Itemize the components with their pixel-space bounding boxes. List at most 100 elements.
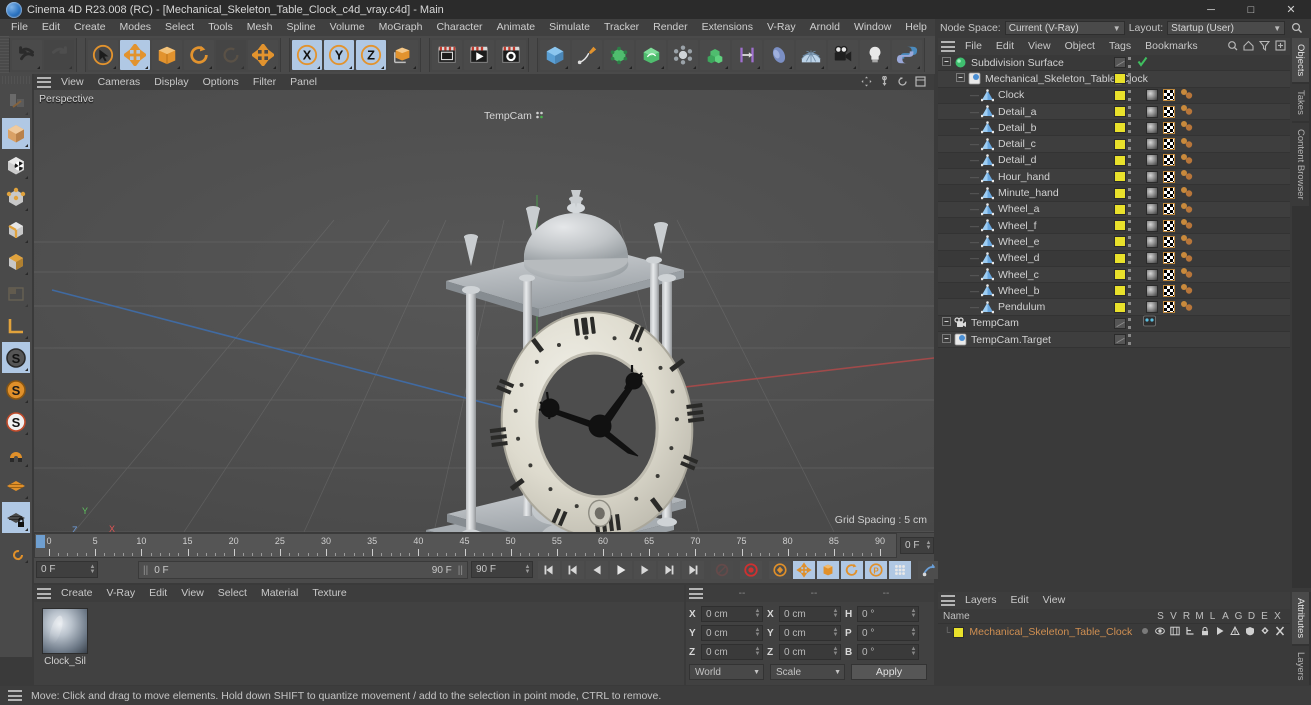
menu-item-v-ray[interactable]: V-Ray	[760, 19, 803, 36]
search-icon[interactable]	[1289, 21, 1304, 36]
object-row[interactable]: — Pendulum	[938, 299, 1290, 316]
layer-color-swatch[interactable]	[1114, 73, 1126, 85]
visibility-dots-icon[interactable]	[1128, 154, 1132, 166]
visibility-dots-icon[interactable]	[1128, 269, 1132, 280]
add-mograph[interactable]	[700, 40, 730, 70]
texture-tag-icon[interactable]	[1163, 105, 1175, 118]
visibility-dots-icon[interactable]	[1128, 203, 1132, 215]
phong-tag-icon[interactable]	[1146, 203, 1158, 216]
texture-tag-icon[interactable]	[1163, 154, 1175, 167]
magnet-tool[interactable]	[2, 438, 30, 469]
layer-color-swatch[interactable]	[1114, 252, 1126, 264]
spinner-icon[interactable]: ▲ ▼	[831, 645, 840, 660]
size-field-Y[interactable]: 0 cm ▲ ▼	[779, 625, 841, 641]
rotation-field-P[interactable]: 0 ° ▲ ▼	[857, 625, 919, 641]
layer-color-swatch[interactable]	[1114, 122, 1126, 134]
enable-quantize[interactable]: S	[2, 406, 30, 437]
texture-tag-icon[interactable]	[1163, 89, 1175, 102]
left-toolbar-grip[interactable]	[2, 76, 30, 84]
visibility-dots-icon[interactable]	[1128, 89, 1132, 101]
material-tag-icon[interactable]	[1180, 283, 1194, 298]
world-coordinate-system[interactable]	[388, 40, 418, 70]
phong-tag-icon[interactable]	[1146, 89, 1158, 102]
script-manager[interactable]	[892, 40, 922, 70]
material-tag-icon[interactable]	[1180, 251, 1194, 266]
menu-item-arnold[interactable]: Arnold	[803, 19, 847, 36]
add-environment[interactable]	[796, 40, 826, 70]
object-row[interactable]: — Detail_b	[938, 120, 1290, 137]
texture-tag-icon[interactable]	[1163, 235, 1175, 248]
material-tag-icon[interactable]	[1180, 202, 1194, 217]
menu-item-view[interactable]: View	[54, 74, 91, 90]
next-key-button[interactable]	[658, 561, 680, 579]
step-forward-button[interactable]	[634, 561, 656, 579]
texture-tag-icon[interactable]	[1163, 138, 1175, 151]
phong-tag-icon[interactable]	[1146, 301, 1158, 314]
visibility-dots-icon[interactable]	[1128, 236, 1132, 248]
object-row[interactable]: — Hour_hand	[938, 169, 1290, 186]
menu-item-texture[interactable]: Texture	[305, 585, 353, 602]
object-row[interactable]: — Wheel_e	[938, 234, 1290, 251]
layer-color-swatch[interactable]	[1114, 106, 1126, 118]
manager-icon[interactable]	[1183, 626, 1196, 639]
menu-item-tools[interactable]: Tools	[201, 19, 240, 36]
material-item[interactable]: Clock_Sil	[42, 608, 88, 679]
menu-item-edit[interactable]: Edit	[1004, 592, 1036, 609]
object-tree[interactable]: Subdivision Surface Mechanical_Skeleton_T…	[938, 55, 1290, 349]
spinner-icon[interactable]: ▲ ▼	[753, 607, 762, 622]
z-axis-lock[interactable]: Z	[356, 40, 386, 70]
spinner-icon[interactable]: ▲ ▼	[831, 607, 840, 622]
material-tag-icon[interactable]	[1180, 153, 1194, 168]
add-field[interactable]	[732, 40, 762, 70]
keyframe-selection-button[interactable]	[769, 561, 791, 579]
toolbar-grip[interactable]	[0, 36, 9, 74]
phong-tag-icon[interactable]	[1146, 121, 1158, 134]
object-row[interactable]: — Detail_a	[938, 103, 1290, 121]
menu-item-edit[interactable]: Edit	[35, 19, 67, 36]
pla-key-button[interactable]	[889, 561, 911, 579]
phong-tag-icon[interactable]	[1146, 154, 1158, 167]
texture-tag-icon[interactable]	[1163, 187, 1175, 200]
node-space-select[interactable]: Current (V-Ray) ▼	[1004, 21, 1125, 35]
menu-item-tracker[interactable]: Tracker	[597, 19, 646, 36]
rotation-key-button[interactable]	[841, 561, 863, 579]
object-menu-hamburger-icon[interactable]	[941, 41, 955, 52]
scale-key-button[interactable]	[817, 561, 839, 579]
orbit-icon[interactable]	[897, 76, 908, 87]
xref-icon[interactable]	[1273, 626, 1286, 639]
visibility-dots-icon[interactable]	[1128, 57, 1132, 69]
y-axis-lock[interactable]: Y	[324, 40, 354, 70]
phong-tag-icon[interactable]	[1146, 138, 1158, 151]
visibility-dots-icon[interactable]	[1128, 187, 1132, 199]
layout-select[interactable]: Startup (User) ▼	[1167, 21, 1286, 35]
go-to-start-button[interactable]	[538, 561, 560, 579]
material-list[interactable]: Clock_Sil	[34, 602, 684, 685]
layer-row[interactable]: └ Mechanical_Skeleton_Table_Clock	[938, 624, 1290, 640]
menu-item-create[interactable]: Create	[67, 19, 113, 36]
add-icon[interactable]	[1275, 39, 1286, 54]
move-tool[interactable]	[120, 40, 150, 70]
render-film-icon[interactable]	[1168, 626, 1181, 639]
search-icon[interactable]	[1227, 40, 1238, 54]
object-row[interactable]: — Detail_c	[938, 136, 1290, 153]
menu-item-v-ray[interactable]: V-Ray	[100, 585, 143, 602]
render-settings[interactable]	[496, 40, 526, 70]
target-tag-icon[interactable]	[1143, 315, 1156, 331]
object-row[interactable]: — Minute_hand	[938, 185, 1290, 202]
spinner-icon[interactable]: ▲ ▼	[924, 538, 933, 553]
layer-menu-hamburger-icon[interactable]	[941, 595, 955, 606]
spinner-icon[interactable]: ▲ ▼	[88, 562, 97, 577]
add-deformer[interactable]	[668, 40, 698, 70]
add-spline-generator[interactable]	[636, 40, 666, 70]
phong-tag-icon[interactable]	[1146, 284, 1158, 297]
layer-color-swatch[interactable]	[1114, 285, 1126, 297]
position-field-Y[interactable]: 0 cm ▲ ▼	[701, 625, 763, 641]
menu-item-file[interactable]: File	[4, 19, 35, 36]
texture-tag-icon[interactable]	[1163, 268, 1175, 281]
layer-color-swatch[interactable]	[1114, 203, 1126, 215]
material-tag-icon[interactable]	[1180, 169, 1194, 184]
coordinate-system-select[interactable]: World ▼	[689, 664, 764, 680]
visibility-dots-icon[interactable]	[1128, 122, 1132, 134]
close-button[interactable]: ✕	[1271, 0, 1311, 19]
right-tab-layers[interactable]: Layers	[1292, 646, 1309, 687]
